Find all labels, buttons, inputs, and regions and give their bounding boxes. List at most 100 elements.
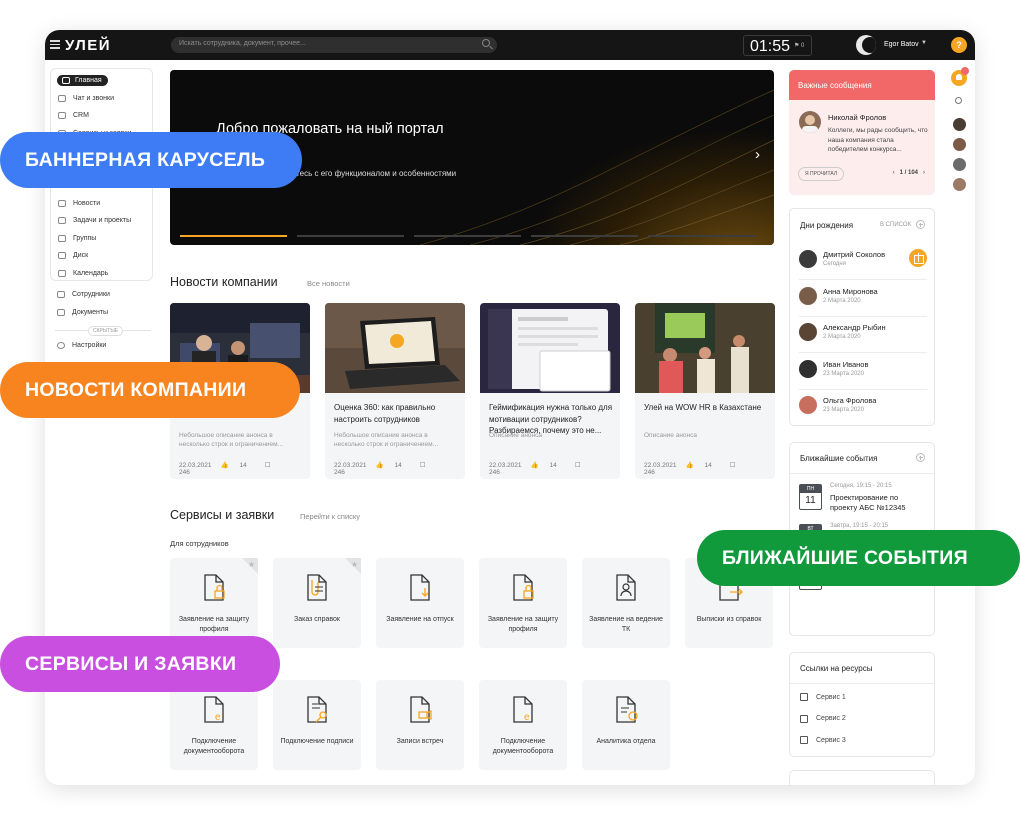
clock-widget[interactable]: 01:55 ⚑ 0 bbox=[743, 35, 812, 56]
resource-link[interactable]: Сервис 3 bbox=[800, 736, 846, 744]
news-card[interactable]: Улей на WOW HR в Казахстане Описание анон… bbox=[635, 303, 775, 479]
news-image[interactable] bbox=[480, 303, 620, 393]
service-tile[interactable]: Заявление на ведение ТК bbox=[582, 558, 670, 648]
calendar-icon bbox=[58, 269, 66, 277]
likes-value: 14 bbox=[549, 462, 557, 469]
doc-chart-icon bbox=[615, 696, 638, 723]
sidebar-item[interactable]: Сотрудники bbox=[50, 286, 153, 304]
avatar[interactable] bbox=[953, 138, 966, 151]
like-icon: 👍 bbox=[220, 462, 231, 469]
likes-count[interactable]: 👍 14 bbox=[531, 462, 566, 469]
sidebar-item[interactable]: Новости bbox=[51, 195, 152, 213]
sidebar-item-label: Документы bbox=[72, 308, 109, 316]
birthday-name: Анна Миронова bbox=[823, 286, 878, 296]
sidebar-item-settings[interactable]: Настройки bbox=[50, 337, 153, 355]
user-name[interactable]: Egor Batov bbox=[884, 41, 919, 48]
sidebar-item[interactable]: Задачи и проекты bbox=[51, 212, 152, 230]
message-text: Коллеги, мы рады сообщить, что наша комп… bbox=[828, 127, 928, 153]
avatar[interactable] bbox=[799, 286, 817, 305]
likes-count[interactable]: 👍 14 bbox=[376, 462, 411, 469]
slide-indicator[interactable] bbox=[648, 235, 755, 237]
bell-icon[interactable] bbox=[951, 67, 969, 86]
service-tile[interactable]: e Подключение документооборота bbox=[479, 680, 567, 770]
resource-link[interactable]: Сервис 1 bbox=[800, 693, 846, 701]
service-tile[interactable]: Записи встреч bbox=[376, 680, 464, 770]
service-tile[interactable]: Заявление на защиту профиля bbox=[479, 558, 567, 648]
comments-value: 246 bbox=[179, 469, 190, 476]
help-button[interactable]: ? bbox=[951, 37, 967, 53]
likes-count[interactable]: 👍 14 bbox=[686, 462, 721, 469]
star-icon[interactable]: ★ bbox=[351, 560, 358, 569]
search-icon[interactable] bbox=[482, 39, 490, 47]
birthday-row[interactable]: Ольга Фролова 23 Марта 2020 bbox=[799, 390, 927, 426]
avatar[interactable] bbox=[799, 359, 817, 378]
birthday-row[interactable]: Иван Иванов 23 Марта 2020 bbox=[799, 354, 927, 390]
news-card[interactable]: Геймификация нужна только для мотивации … bbox=[480, 303, 620, 479]
slide-indicator[interactable] bbox=[180, 235, 287, 237]
avatar[interactable] bbox=[799, 250, 817, 268]
sidebar-item[interactable]: Календарь bbox=[51, 265, 152, 283]
news-card[interactable]: Оценка 360: как правильно настроить сотр… bbox=[325, 303, 465, 479]
avatar[interactable] bbox=[799, 396, 817, 414]
user-avatar[interactable] bbox=[856, 35, 876, 55]
birthdays-list-link[interactable]: В СПИСОК bbox=[880, 222, 911, 228]
avatar-image bbox=[802, 115, 818, 133]
resource-link-label: Сервис 3 bbox=[816, 736, 846, 744]
avatar[interactable] bbox=[953, 178, 966, 191]
service-tile[interactable]: Аналитика отдела bbox=[582, 680, 670, 770]
sidebar-hidden-divider[interactable]: СКРЫТЫЕ bbox=[50, 323, 153, 337]
plus-circle-icon[interactable] bbox=[916, 220, 925, 229]
mark-read-button[interactable]: Я ПРОЧИТАЛ bbox=[798, 167, 845, 181]
news-title[interactable]: Оценка 360: как правильно настроить сотр… bbox=[334, 402, 458, 425]
sidebar-item[interactable]: Документы bbox=[50, 304, 153, 322]
avatar[interactable] bbox=[953, 118, 966, 131]
search-input[interactable]: Искать сотрудника, документ, прочее... bbox=[171, 37, 497, 53]
sidebar-item-label: Сотрудники bbox=[72, 291, 110, 299]
avatar[interactable] bbox=[799, 111, 821, 133]
resource-link[interactable]: Сервис 2 bbox=[800, 714, 846, 723]
flag-counter: ⚑ 0 bbox=[794, 43, 805, 49]
service-tile[interactable]: ★ Заявление на защиту профиля bbox=[170, 558, 258, 648]
sidebar-item[interactable]: Диск bbox=[51, 247, 152, 265]
chevron-right-icon[interactable]: › bbox=[923, 170, 925, 176]
service-tile[interactable]: e Подключение документооборота bbox=[170, 680, 258, 770]
birthday-row[interactable]: Анна Миронова 2 Марта 2020 bbox=[799, 281, 927, 317]
avatar[interactable] bbox=[953, 158, 966, 171]
star-icon[interactable]: ★ bbox=[248, 560, 255, 569]
service-tile[interactable]: Подключение подписи bbox=[273, 680, 361, 770]
slide-indicator[interactable] bbox=[531, 235, 638, 237]
news-date: 22.03.2021 bbox=[334, 462, 367, 469]
event-row[interactable]: ПН 11 Сегодня, 19:15 - 20:15 Проектирование… bbox=[799, 482, 927, 522]
service-tile[interactable]: Заявление на отпуск bbox=[376, 558, 464, 648]
gift-icon[interactable] bbox=[909, 249, 927, 267]
chevron-right-icon[interactable]: › bbox=[755, 146, 760, 163]
news-image[interactable] bbox=[325, 303, 465, 393]
birthday-row[interactable]: Дмитрий Соколов Сегодня bbox=[799, 244, 927, 280]
chevron-left-icon[interactable]: ‹ bbox=[893, 170, 895, 176]
plus-circle-icon[interactable] bbox=[916, 453, 925, 462]
news-title[interactable]: Улей на WOW HR в Казахстане bbox=[644, 402, 768, 414]
search-icon[interactable] bbox=[955, 97, 962, 104]
service-label: Подключение подписи bbox=[280, 738, 354, 745]
all-news-link[interactable]: Все новости bbox=[307, 279, 350, 288]
chevron-down-icon[interactable]: ▼ bbox=[921, 40, 927, 46]
app-logo[interactable]: УЛЕЙ bbox=[65, 37, 111, 54]
clock-time: 01:55 bbox=[750, 38, 791, 55]
sidebar-item[interactable]: Главная bbox=[51, 72, 152, 90]
sidebar-item[interactable]: Чат и звонки bbox=[51, 90, 152, 108]
menu-icon[interactable] bbox=[50, 38, 60, 52]
avatar[interactable] bbox=[799, 323, 817, 341]
likes-count[interactable]: 👍 14 bbox=[221, 462, 256, 469]
slide-indicator[interactable] bbox=[414, 235, 521, 237]
sidebar-item[interactable]: Группы bbox=[51, 230, 152, 248]
news-meta: 22.03.2021 👍 14 ☐ 246 bbox=[489, 461, 620, 476]
service-label: Подключение документооборота bbox=[183, 738, 245, 755]
slide-indicator[interactable] bbox=[297, 235, 404, 237]
news-image[interactable] bbox=[635, 303, 775, 393]
birthday-row[interactable]: Александр Рыбин 2 Марта 2020 bbox=[799, 317, 927, 353]
sidebar-item[interactable]: CRM bbox=[51, 107, 152, 125]
service-tile[interactable]: ★ Заказ справок bbox=[273, 558, 361, 648]
services-list-link[interactable]: Перейти к списку bbox=[300, 512, 360, 521]
sidebar-item-label: Главная bbox=[75, 77, 102, 85]
birthday-date: 2 Марта 2020 bbox=[823, 297, 861, 304]
